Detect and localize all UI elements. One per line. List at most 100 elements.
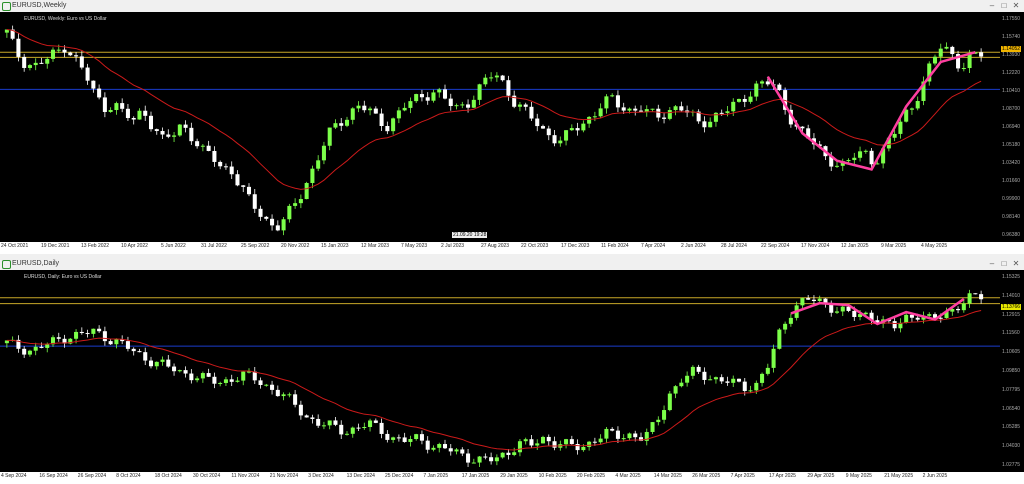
weekly-candle xyxy=(160,131,165,135)
weekly-date-tick: 10 Apr 2022 xyxy=(121,243,148,249)
weekly-candle xyxy=(327,127,332,146)
weekly-candle xyxy=(68,52,73,56)
daily-price-tick: 1.06540 xyxy=(1002,405,1021,412)
daily-candle xyxy=(419,434,424,441)
maximize-button[interactable]: □ xyxy=(998,258,1010,270)
weekly-candle xyxy=(667,110,672,119)
weekly-candle xyxy=(33,62,38,66)
daily-candle xyxy=(483,456,488,458)
weekly-candle xyxy=(731,101,736,112)
daily-chart-window: EURUSD,Daily – □ ✕ EURUSD, Daily: Euro v… xyxy=(0,258,1024,484)
weekly-candle xyxy=(189,127,194,142)
weekly-candle xyxy=(275,225,280,231)
daily-titlebar[interactable]: EURUSD,Daily – □ ✕ xyxy=(0,258,1024,270)
daily-candle xyxy=(460,449,465,454)
daily-plot-area[interactable]: EURUSD, Daily: Euro vs US Dollar xyxy=(0,270,1000,472)
weekly-candle xyxy=(615,95,620,108)
daily-candle xyxy=(961,303,966,311)
weekly-candle xyxy=(137,110,142,120)
daily-date-tick: 29 Jan 2025 xyxy=(500,473,528,479)
daily-candle xyxy=(56,337,61,339)
maximize-button[interactable]: □ xyxy=(998,0,1010,12)
close-button[interactable]: ✕ xyxy=(1010,258,1022,270)
weekly-date-tick: 31 Jul 2022 xyxy=(201,243,227,249)
daily-date-tick: 11 Nov 2024 xyxy=(231,473,260,479)
weekly-date-tick: 25 Sep 2022 xyxy=(241,243,270,249)
weekly-date-tick: 12 Jan 2025 xyxy=(841,243,869,249)
weekly-window-title: EURUSD,Weekly xyxy=(12,2,67,9)
weekly-candle xyxy=(581,123,586,131)
weekly-candle xyxy=(344,119,350,126)
daily-candle xyxy=(956,308,961,311)
daily-candle xyxy=(667,393,672,411)
minimize-button[interactable]: – xyxy=(986,0,998,12)
weekly-candle xyxy=(736,98,742,102)
weekly-candle xyxy=(362,105,367,111)
weekly-candle xyxy=(662,117,667,119)
weekly-candle xyxy=(356,105,361,109)
daily-candle xyxy=(396,437,401,439)
weekly-date-tick: 9 Mar 2025 xyxy=(881,243,907,249)
minimize-button[interactable]: – xyxy=(986,258,998,270)
weekly-date-tick: 7 May 2023 xyxy=(401,243,428,249)
daily-candle xyxy=(863,312,868,315)
weekly-candle xyxy=(725,111,730,113)
daily-moving-average xyxy=(6,310,982,451)
weekly-chart-window: EURUSD,Weekly – □ ✕ EURUSD, Weekly: Euro… xyxy=(0,0,1024,256)
daily-date-tick: 25 Dec 2024 xyxy=(385,473,414,479)
daily-candle xyxy=(904,314,909,323)
daily-candle xyxy=(575,443,580,451)
daily-candle xyxy=(610,428,615,431)
weekly-candle xyxy=(552,135,557,144)
weekly-titlebar[interactable]: EURUSD,Weekly – □ ✕ xyxy=(0,0,1024,12)
weekly-candle xyxy=(673,106,678,111)
daily-candle xyxy=(500,452,505,458)
daily-candle xyxy=(535,443,540,446)
daily-time-axis[interactable]: 4 Sep 2024 16 Sep 2024 26 Sep 2024 8 Oct 20… xyxy=(0,472,1024,484)
close-button[interactable]: ✕ xyxy=(1010,0,1022,12)
weekly-candle xyxy=(74,55,79,57)
weekly-candle xyxy=(656,108,661,118)
weekly-candle xyxy=(852,157,857,161)
weekly-candle xyxy=(967,53,972,69)
daily-price-axis[interactable]: 1.15325 1.14010 1.12915 1.11560 1.10605 1.098… xyxy=(1000,270,1024,472)
daily-price-tick: 1.15325 xyxy=(1002,274,1021,280)
daily-candle xyxy=(529,439,534,446)
weekly-plot-area[interactable]: EURUSD, Weekly: Euro vs US Dollar 21.09.… xyxy=(0,12,1000,242)
weekly-time-axis[interactable]: 24 Oct 2021 19 Dec 2021 13 Feb 2022 10 Apr … xyxy=(0,242,1024,254)
daily-candle xyxy=(736,378,742,382)
daily-candle xyxy=(685,375,690,383)
weekly-candle xyxy=(396,110,401,119)
daily-candle xyxy=(840,306,845,312)
daily-candle xyxy=(281,394,286,397)
weekly-candle xyxy=(858,151,863,158)
daily-candle xyxy=(650,422,655,432)
weekly-date-tick: 20 Nov 2022 xyxy=(281,243,310,249)
weekly-price-badge: 1.14052 xyxy=(1001,46,1022,52)
daily-candle xyxy=(817,298,822,302)
daily-candle xyxy=(22,348,27,355)
daily-candle xyxy=(287,394,292,396)
weekly-candle xyxy=(546,128,551,136)
daily-candle xyxy=(166,359,171,367)
weekly-candle xyxy=(748,96,753,102)
daily-candle xyxy=(442,444,448,449)
daily-candle xyxy=(102,331,107,342)
weekly-price-axis[interactable]: 1.17550 1.15740 1.13930 1.12220 1.10410 1.087… xyxy=(1000,12,1024,242)
weekly-price-tick: 1.05180 xyxy=(1002,142,1021,148)
daily-candle xyxy=(229,379,234,382)
daily-candle xyxy=(304,415,309,418)
weekly-candle xyxy=(777,84,782,91)
daily-candle xyxy=(765,367,770,374)
weekly-candle xyxy=(460,104,465,106)
daily-candle xyxy=(350,427,355,434)
weekly-price-tick: 1.03420 xyxy=(1002,160,1021,166)
weekly-candle xyxy=(558,140,563,144)
weekly-candle xyxy=(564,130,569,141)
weekly-candle xyxy=(679,106,684,111)
weekly-candle xyxy=(915,100,920,109)
daily-candle xyxy=(517,441,522,453)
daily-candle xyxy=(777,329,782,349)
daily-date-tick: 7 Apr 2025 xyxy=(730,473,755,479)
weekly-candle xyxy=(385,126,390,132)
